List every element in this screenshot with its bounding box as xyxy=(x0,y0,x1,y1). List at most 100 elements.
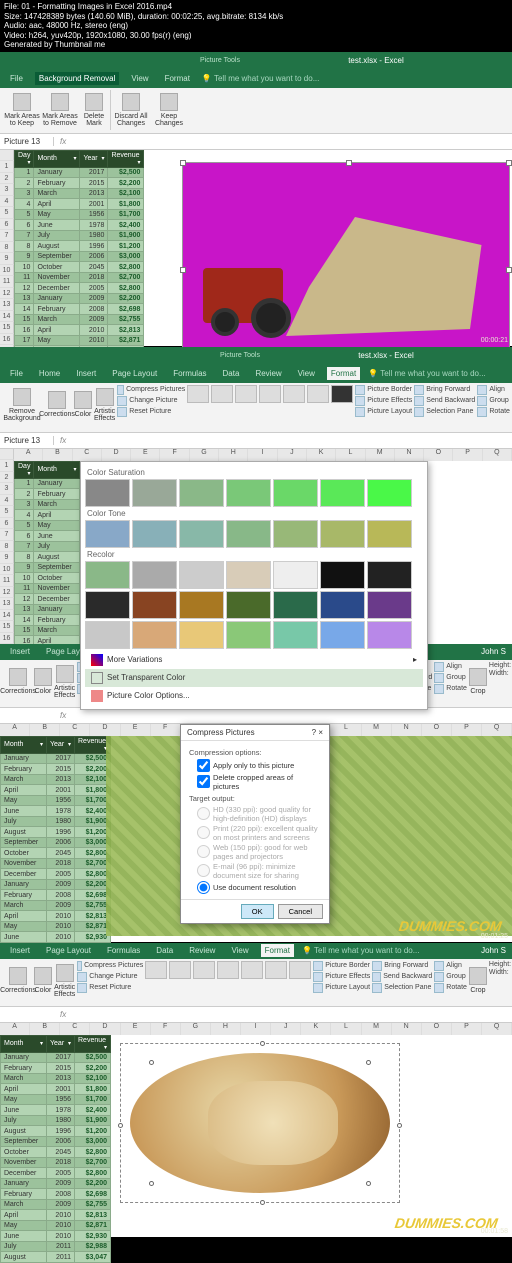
worksheet-grid-3[interactable]: ABCDEFGHIJKLMNOPQ Month▾Year▾Revenue▾Jan… xyxy=(0,724,512,942)
cancel-button[interactable]: Cancel xyxy=(278,904,323,919)
delete-cropped-checkbox[interactable]: Delete cropped areas of pictures xyxy=(197,773,321,791)
color-swatch[interactable] xyxy=(320,621,365,649)
tell-me-4[interactable]: Tell me what you want to do... xyxy=(314,946,419,955)
picture-color-options-item[interactable]: Picture Color Options... xyxy=(85,687,423,705)
user-label-4[interactable]: John S xyxy=(481,946,506,955)
styles-4[interactable] xyxy=(145,961,311,979)
color-swatch[interactable] xyxy=(85,520,130,548)
color-swatch[interactable] xyxy=(179,591,224,619)
reset-picture-button[interactable]: Reset Picture xyxy=(117,407,185,417)
corrections-button-3[interactable]: Corrections xyxy=(4,662,32,702)
color-swatch[interactable] xyxy=(320,561,365,589)
selection-pane-button[interactable]: Selection Pane xyxy=(414,407,475,417)
color-swatch[interactable] xyxy=(367,561,412,589)
tab-review-4[interactable]: Review xyxy=(185,944,219,957)
align-3[interactable]: Align xyxy=(434,662,467,672)
crop-4[interactable]: Crop xyxy=(469,961,487,1001)
height-field[interactable]: Height: xyxy=(489,662,511,669)
group-3[interactable]: Group xyxy=(434,673,467,683)
tab-home[interactable]: Home xyxy=(35,367,64,380)
compress-4[interactable]: Compress Pictures xyxy=(77,961,143,971)
color-swatch[interactable] xyxy=(179,520,224,548)
color-swatch[interactable] xyxy=(273,479,318,507)
color-swatch[interactable] xyxy=(179,479,224,507)
compress-pictures-button[interactable]: Compress Pictures xyxy=(117,385,185,395)
corrections-button[interactable]: Corrections xyxy=(42,385,72,425)
height-4[interactable]: Height: xyxy=(489,961,511,968)
tab-view[interactable]: View xyxy=(127,72,152,85)
color-swatch[interactable] xyxy=(226,561,271,589)
dialog-help-icon[interactable]: ? xyxy=(312,728,316,737)
color-swatch[interactable] xyxy=(132,479,177,507)
name-box-2[interactable]: Picture 13 xyxy=(0,436,54,445)
remove-background-button[interactable]: Remove Background xyxy=(4,385,40,425)
color-swatch[interactable] xyxy=(367,591,412,619)
tab-review[interactable]: Review xyxy=(251,367,285,380)
bringf-4[interactable]: Bring Forward xyxy=(372,961,432,971)
rotate-3[interactable]: Rotate xyxy=(434,684,467,694)
selpane-4[interactable]: Selection Pane xyxy=(372,983,432,993)
color-swatch[interactable] xyxy=(226,621,271,649)
tab-insert-3[interactable]: Insert xyxy=(6,645,34,658)
tell-me-label[interactable]: Tell me what you want to do... xyxy=(214,74,319,83)
tab-format-4[interactable]: Format xyxy=(261,944,294,957)
color-4[interactable]: Color xyxy=(34,961,52,1001)
tab-view-4[interactable]: View xyxy=(227,944,252,957)
width-field[interactable]: Width: xyxy=(489,670,511,677)
tab-insert-4[interactable]: Insert xyxy=(6,944,34,957)
color-swatch[interactable] xyxy=(273,621,318,649)
tab-insert[interactable]: Insert xyxy=(72,367,100,380)
bring-forward-button[interactable]: Bring Forward xyxy=(414,385,475,395)
set-transparent-color-item[interactable]: Set Transparent Color xyxy=(85,669,423,687)
color-button-3[interactable]: Color xyxy=(34,662,52,702)
artistic-4[interactable]: Artistic Effects xyxy=(54,961,75,1001)
border-4[interactable]: Picture Border xyxy=(313,961,370,971)
effects-4[interactable]: Picture Effects xyxy=(313,972,370,982)
mark-areas-keep-button[interactable]: Mark Areas to Keep xyxy=(4,90,40,130)
picture-border-button[interactable]: Picture Border xyxy=(355,385,412,395)
color-swatch[interactable] xyxy=(320,479,365,507)
tell-me-2[interactable]: Tell me what you want to do... xyxy=(380,369,485,378)
tab-page-layout[interactable]: Page Layout xyxy=(108,367,161,380)
group-button[interactable]: Group xyxy=(477,396,510,406)
color-swatch[interactable] xyxy=(132,591,177,619)
ok-button[interactable]: OK xyxy=(241,904,274,919)
color-swatch[interactable] xyxy=(85,479,130,507)
tab-formulas[interactable]: Formulas xyxy=(169,367,210,380)
color-swatch[interactable] xyxy=(367,621,412,649)
picture-effects-button[interactable]: Picture Effects xyxy=(355,396,412,406)
color-swatch[interactable] xyxy=(132,561,177,589)
color-swatch[interactable] xyxy=(273,591,318,619)
tab-formulas-4[interactable]: Formulas xyxy=(103,944,144,957)
group-4[interactable]: Group xyxy=(434,972,467,982)
tab-data[interactable]: Data xyxy=(219,367,244,380)
layout-4[interactable]: Picture Layout xyxy=(313,983,370,993)
tab-pagelayout-4[interactable]: Page Layout xyxy=(42,944,95,957)
name-box[interactable]: Picture 13 xyxy=(0,137,54,146)
align-4[interactable]: Align xyxy=(434,961,467,971)
corrections-4[interactable]: Corrections xyxy=(4,961,32,1001)
picture-canvas[interactable]: DUMMIES.COM xyxy=(182,162,510,372)
width-4[interactable]: Width: xyxy=(489,969,511,976)
worksheet-grid-2[interactable]: 1234567891011121314151617181920 ABCDEFGH… xyxy=(0,449,512,663)
color-button[interactable]: Color xyxy=(74,385,92,425)
artistic-effects-button[interactable]: Artistic Effects xyxy=(94,385,115,425)
worksheet-grid-4[interactable]: ABCDEFGHIJKLMNOPQ Month▾Year▾Revenue▾Jan… xyxy=(0,1023,512,1237)
color-swatch[interactable] xyxy=(320,520,365,548)
color-swatch[interactable] xyxy=(226,591,271,619)
tab-data-4[interactable]: Data xyxy=(152,944,177,957)
color-swatch[interactable] xyxy=(320,591,365,619)
delete-mark-button[interactable]: Delete Mark xyxy=(80,90,108,130)
apply-only-checkbox[interactable]: Apply only to this picture xyxy=(197,759,321,772)
send-backward-button[interactable]: Send Backward xyxy=(414,396,475,406)
color-swatch[interactable] xyxy=(85,561,130,589)
color-swatch[interactable] xyxy=(132,621,177,649)
discard-changes-button[interactable]: Discard All Changes xyxy=(113,90,149,130)
document-resolution-radio[interactable]: Use document resolution xyxy=(197,881,321,894)
tab-format[interactable]: Format xyxy=(161,72,194,85)
more-variations-item[interactable]: More Variations▸ xyxy=(85,651,423,669)
align-button[interactable]: Align xyxy=(477,385,510,395)
user-label[interactable]: John S xyxy=(481,647,506,656)
picture-styles-gallery[interactable] xyxy=(187,385,353,403)
color-swatch[interactable] xyxy=(226,520,271,548)
